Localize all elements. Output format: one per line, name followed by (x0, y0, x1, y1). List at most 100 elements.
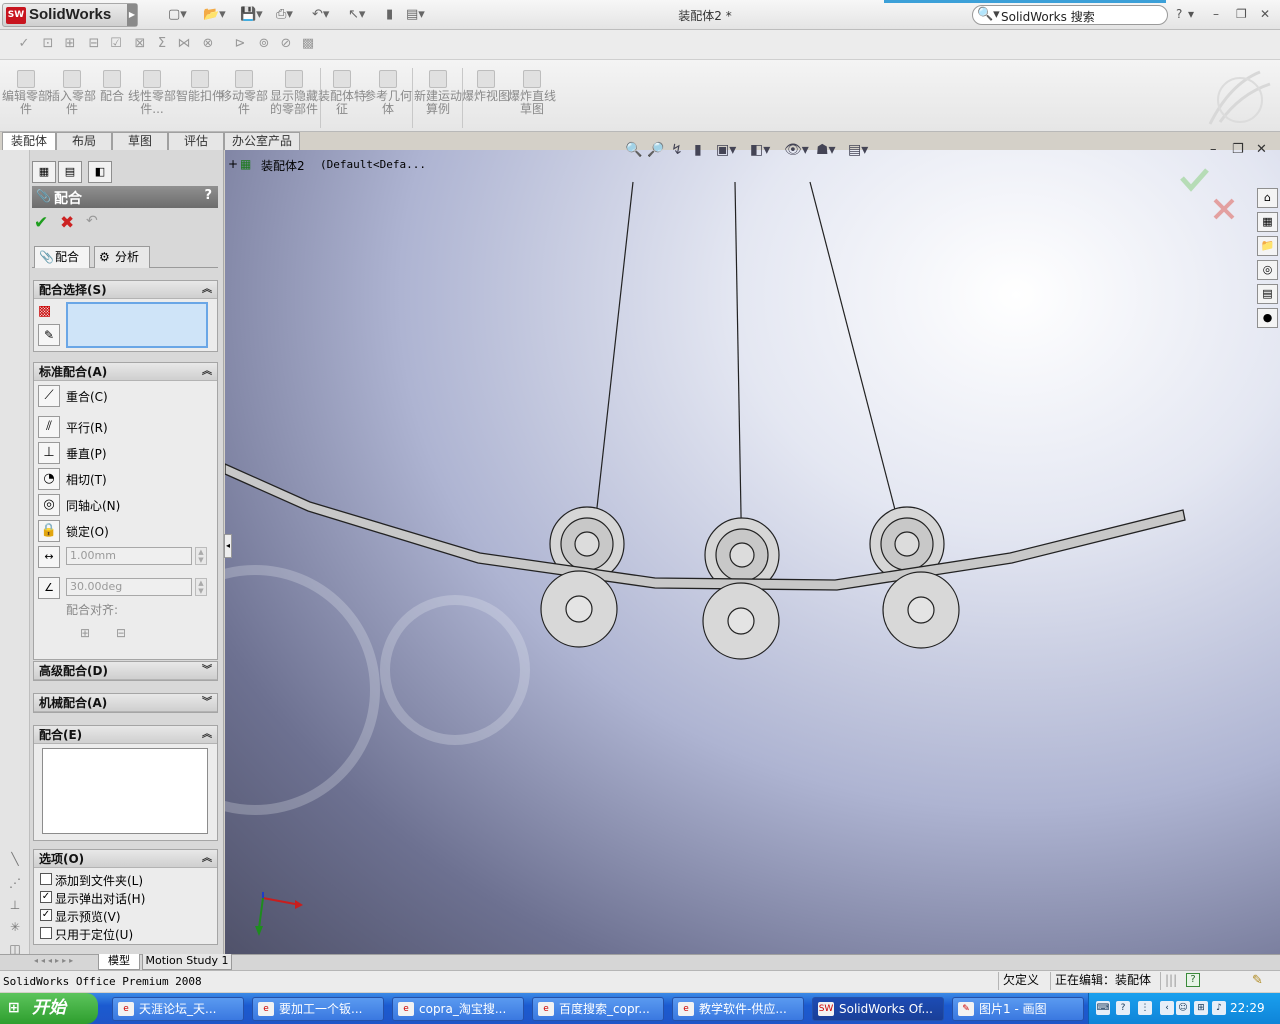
search-box[interactable]: 🔍▾ SolidWorks 搜索 (972, 5, 1168, 25)
distance-spinner[interactable]: ▲ ▼ (195, 547, 207, 565)
angle-spinner[interactable]: ▲ ▼ (195, 578, 207, 596)
zoom-area-icon[interactable]: 🔎 (647, 140, 664, 160)
sketch-tool-icon[interactable]: ╲ (7, 852, 23, 868)
show-popup-dialog-checkbox[interactable]: ✓ 显示弹出对话(H) (40, 890, 190, 906)
view-settings-icon[interactable]: ▤▾ (848, 140, 868, 160)
toolbar-icon[interactable]: ⊡ (40, 36, 56, 52)
viewport-minimize-icon[interactable]: – (1210, 142, 1217, 157)
move-component-button[interactable]: 移动零部件 (220, 70, 268, 116)
mates-header[interactable]: 配合(E) ︽ (34, 726, 217, 744)
appearance-icon[interactable]: ☗▾ (816, 140, 836, 160)
toolbar-icon[interactable]: ⊟ (86, 36, 102, 52)
toolbar-icon[interactable]: ▩ (300, 36, 316, 52)
qq-icon[interactable]: ☺ (1176, 1001, 1190, 1015)
distance-field[interactable]: 1.00mm (66, 547, 192, 565)
toolbar-icon[interactable]: ⊘ (278, 36, 294, 52)
anti-aligned-icon[interactable]: ⊟ (116, 626, 126, 640)
section-view-icon[interactable]: ▮ (694, 140, 702, 160)
taskbar-item-active[interactable]: SW SolidWorks Of... (812, 997, 944, 1021)
print-icon[interactable]: ⎙▾ (276, 6, 293, 24)
design-library-icon[interactable]: ▦ (1257, 212, 1278, 232)
close-icon[interactable]: ✕ (1260, 7, 1270, 21)
ok-check-icon[interactable]: ✔ (34, 213, 48, 233)
reference-geometry-button[interactable]: 参考几何体 (364, 70, 412, 116)
tab-assembly[interactable]: 装配体 (2, 132, 56, 150)
toolbar-icon[interactable]: ⊠ (132, 36, 148, 52)
zoom-to-fit-icon[interactable]: 🔍 (625, 140, 642, 160)
minimize-icon[interactable]: – (1213, 7, 1219, 21)
tray-icon[interactable]: ⋮ (1138, 1001, 1152, 1015)
tab-scroll-arrows[interactable]: ◂◂◂▸▸▸ (34, 956, 76, 965)
taskbar-item[interactable]: e 要加工一个钣... (252, 997, 384, 1021)
options-icon[interactable]: ▤▾ (406, 6, 425, 24)
home-icon[interactable]: ⌂ (1257, 188, 1278, 208)
toolbar-icon[interactable]: ⋈ (176, 36, 192, 52)
status-tag-icon[interactable]: ✎ (1252, 973, 1263, 988)
property-manager-tab[interactable]: ▤ (58, 161, 82, 183)
save-icon[interactable]: 💾▾ (240, 6, 263, 24)
solidworks-menu-button[interactable]: SW SolidWorks ▶ (2, 3, 138, 27)
toolbar-icon[interactable]: ⊞ (62, 36, 78, 52)
restore-icon[interactable]: ❐ (1236, 7, 1247, 21)
network-icon[interactable]: ⊞ (1194, 1001, 1208, 1015)
edit-component-button[interactable]: 编辑零部件 (2, 70, 50, 116)
tree-expand-icon[interactable]: + (228, 157, 238, 171)
rebuild-icon[interactable]: ▮ (386, 6, 393, 24)
taskbar-item[interactable]: ✎ 图片1 - 画图 (952, 997, 1084, 1021)
standard-mates-header[interactable]: 标准配合(A) ︽ (34, 363, 217, 381)
feature-manager-tab[interactable]: ▦ (32, 161, 56, 183)
sketch-tool-icon[interactable]: ⋰ (7, 876, 23, 892)
mates-list[interactable] (42, 748, 208, 834)
viewport-restore-icon[interactable]: ❐ (1232, 142, 1244, 157)
positioning-only-checkbox[interactable]: 只用于定位(U) (40, 926, 190, 942)
toolbar-icon[interactable]: ⊗ (200, 36, 216, 52)
mate-selection-header[interactable]: 配合选择(S) ︽ (34, 281, 217, 299)
help-button[interactable]: ? (1176, 7, 1182, 21)
show-preview-checkbox[interactable]: ✓ 显示预览(V) (40, 908, 190, 924)
tab-sketch[interactable]: 草图 (112, 132, 168, 150)
file-explorer-icon[interactable]: 📁 (1257, 236, 1278, 256)
mate-lock[interactable]: 🔒 锁定(O) (38, 520, 198, 542)
tab-layout[interactable]: 布局 (56, 132, 112, 150)
tray-expand-icon[interactable]: ‹ (1160, 1001, 1174, 1015)
mate-concentric[interactable]: ◎ 同轴心(N) (38, 494, 198, 516)
mate-coincident[interactable]: ⟋ 重合(C) (38, 385, 198, 407)
spell-check-icon[interactable]: ✓ (16, 36, 32, 52)
tab-evaluate[interactable]: 评估 (168, 132, 224, 150)
sigma-icon[interactable]: Σ (154, 36, 170, 52)
help-tray-icon[interactable]: ? (1116, 1001, 1130, 1015)
toolbar-icon[interactable]: ⊳ (232, 36, 248, 52)
sketch-tool-icon[interactable]: ⊥ (7, 898, 23, 914)
tab-model[interactable]: 模型 (98, 954, 140, 970)
search-input[interactable]: SolidWorks 搜索 (1001, 8, 1095, 25)
mate-selection-list[interactable] (66, 302, 208, 348)
aligned-icon[interactable]: ⊞ (80, 626, 90, 640)
mate-tangent[interactable]: ◔ 相切(T) (38, 468, 198, 490)
selection-filter-icon[interactable]: ✎ (38, 324, 60, 346)
insert-component-button[interactable]: 插入零部件 (48, 70, 96, 116)
mate-parallel[interactable]: ⫽ 平行(R) (38, 416, 198, 438)
tab-mates[interactable]: 📎 配合 (34, 246, 90, 268)
advanced-mates-header[interactable]: 高级配合(D) ︾ (34, 662, 217, 680)
appearances-icon[interactable]: ● (1257, 308, 1278, 328)
sketch-tool-icon[interactable]: ✳ (7, 920, 23, 936)
undo-mate-icon[interactable]: ↶ (86, 213, 98, 229)
keyboard-icon[interactable]: ⌨ (1096, 1001, 1110, 1015)
viewport-close-icon[interactable]: ✕ (1256, 142, 1267, 157)
start-button[interactable]: ⊞ 开始 (0, 993, 98, 1024)
panel-collapse-handle[interactable]: ◂ (224, 534, 232, 558)
taskbar-item[interactable]: e 百度搜索_copr... (532, 997, 664, 1021)
smart-fasteners-button[interactable]: 智能扣件 (176, 70, 224, 103)
tab-motion-study[interactable]: Motion Study 1 (142, 954, 232, 970)
distance-icon[interactable]: ↔ (38, 546, 60, 568)
cancel-x-icon[interactable]: ✖ (60, 213, 74, 233)
taskbar-item[interactable]: e 天涯论坛_天... (112, 997, 244, 1021)
graphics-viewport[interactable] (225, 150, 1280, 954)
options-header[interactable]: 选项(O) ︽ (34, 850, 217, 868)
explode-line-sketch-button[interactable]: 爆炸直线草图 (508, 70, 556, 116)
hide-show-items-icon[interactable]: 👁▾ (784, 140, 809, 160)
taskbar-item[interactable]: e 教学软件-供应... (672, 997, 804, 1021)
assembly-features-button[interactable]: 装配体特征 (318, 70, 366, 116)
mate-perpendicular[interactable]: ⊥ 垂直(P) (38, 442, 198, 464)
mechanical-mates-header[interactable]: 机械配合(A) ︾ (34, 694, 217, 712)
